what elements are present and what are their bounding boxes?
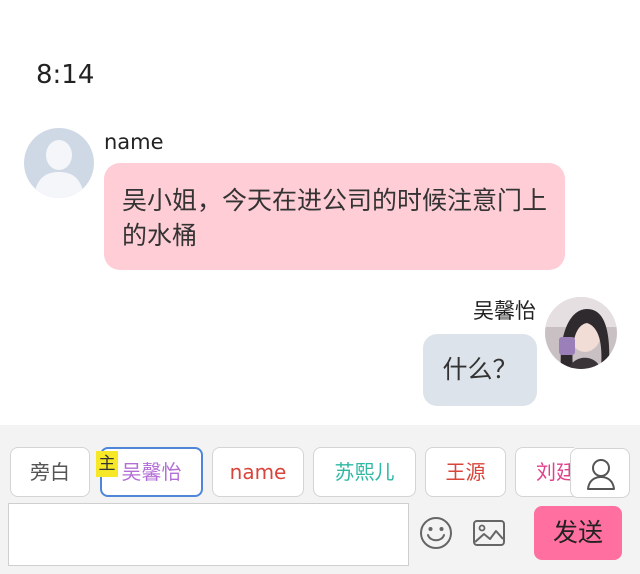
role-chip-su-xi-er[interactable]: 苏熙儿 — [313, 447, 416, 497]
role-manager-button[interactable] — [570, 448, 630, 498]
profile-photo[interactable] — [545, 297, 617, 369]
main-role-tag: 主 — [96, 451, 118, 477]
chat-screen: 8:14 name 吴小姐，今天在进公司的时候注意门上的水桶 吴馨怡 什么？ 旁… — [0, 0, 640, 574]
image-icon[interactable] — [471, 515, 507, 551]
role-chip-liu-ting[interactable]: 刘廷 — [515, 447, 574, 497]
outgoing-message-bubble[interactable]: 什么？ — [423, 334, 537, 406]
incoming-message-bubble[interactable]: 吴小姐，今天在进公司的时候注意门上的水桶 — [104, 163, 565, 270]
default-user-icon[interactable] — [24, 128, 94, 198]
self-sender-name: 吴馨怡 — [473, 299, 536, 323]
message-input[interactable] — [8, 503, 409, 566]
status-time: 8:14 — [36, 60, 95, 90]
emoji-icon[interactable] — [418, 515, 454, 551]
person-icon — [587, 459, 615, 490]
role-chip-narrator[interactable]: 旁白 — [10, 447, 90, 497]
send-button[interactable]: 发送 — [534, 506, 622, 560]
role-chip-wang-yuan[interactable]: 王源 — [425, 447, 506, 497]
role-selector: 旁白 吴馨怡 name 苏熙儿 王源 刘廷 — [0, 447, 574, 499]
message-sender-name: name — [104, 130, 164, 154]
role-chip-name[interactable]: name — [212, 447, 304, 497]
